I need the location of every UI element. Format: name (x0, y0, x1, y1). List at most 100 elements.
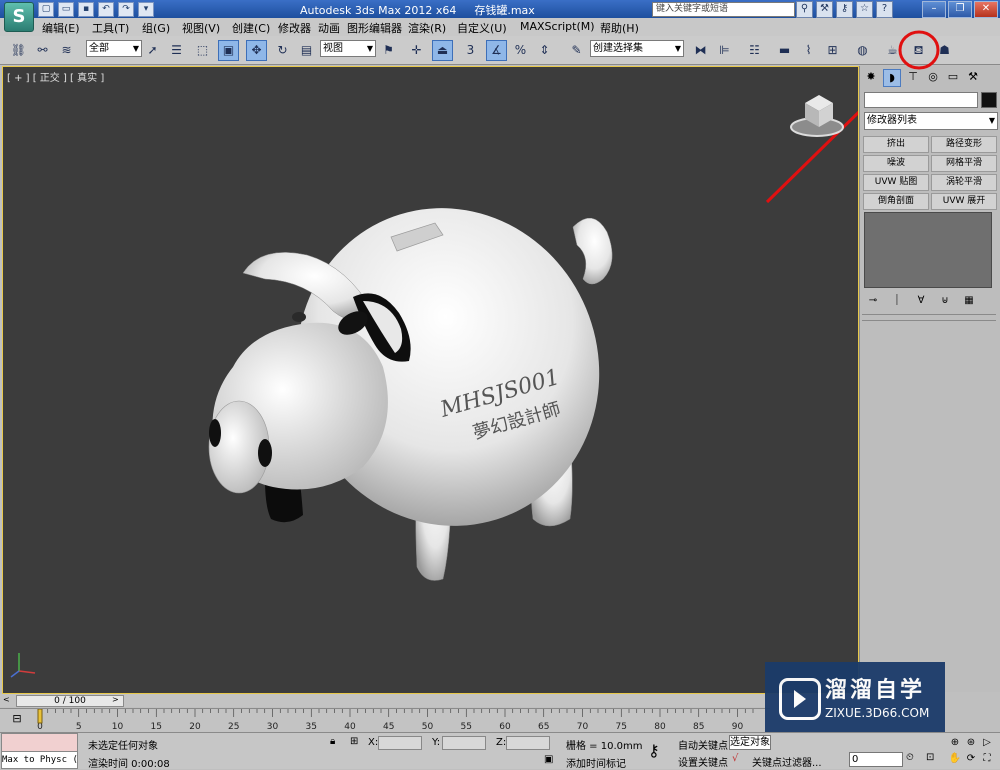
modifier-bevel-profile-button[interactable]: 倒角剖面 (863, 193, 929, 210)
open-icon[interactable]: ▭ (58, 2, 74, 17)
save-icon[interactable]: ▪ (78, 2, 94, 17)
window-crossing-icon[interactable]: ▣ (218, 40, 239, 61)
unlink-icon[interactable]: ⚯ (32, 40, 53, 61)
ribbon-toggle-icon[interactable]: ▬ (774, 40, 795, 61)
new-icon[interactable]: ▢ (38, 2, 54, 17)
y-coordinate-field[interactable] (442, 736, 486, 750)
reference-coordinate-dropdown[interactable]: 视图 (320, 40, 376, 57)
restore-button[interactable]: ❐ (948, 1, 972, 18)
field-of-view-icon[interactable]: ▷ (980, 736, 994, 750)
material-editor-icon[interactable]: ◍ (852, 40, 873, 61)
set-key-mode-icon[interactable]: ⚷ (648, 741, 660, 760)
zoom-icon[interactable]: ⊕ (948, 736, 962, 750)
select-object-icon[interactable]: ➚ (142, 40, 163, 61)
named-selection-dropdown[interactable]: 创建选择集 (590, 40, 684, 57)
track-bar[interactable]: ⊟ 0 5 10 15 20 25 30 35 40 45 50 55 60 65 70 75 80 85 90 (0, 708, 770, 733)
key-curve-icon[interactable]: √ (732, 753, 738, 764)
configure-sets-icon[interactable]: ▦ (962, 294, 976, 308)
object-color-swatch[interactable] (981, 92, 997, 108)
maxscript-mini-listener[interactable]: Max to Physc ( (1, 751, 78, 769)
search-input[interactable]: 键入关键字或短语 (652, 2, 795, 17)
bind-space-warp-icon[interactable]: ≋ (56, 40, 77, 61)
menu-edit[interactable]: 编辑(E) (42, 20, 80, 36)
schematic-view-icon[interactable]: ⊞ (822, 40, 843, 61)
menu-views[interactable]: 视图(V) (182, 20, 220, 36)
selection-filter-dropdown[interactable]: 全部 (86, 40, 142, 57)
time-slider[interactable]: < 0 / 100 > (0, 694, 770, 707)
select-and-rotate-icon[interactable]: ↻ (272, 40, 293, 61)
modifier-path-deform-button[interactable]: 路径变形 (931, 136, 997, 153)
angle-snap-icon[interactable]: ∡ (486, 40, 507, 61)
keyboard-shortcut-override-icon[interactable]: ⏏ (432, 40, 453, 61)
remove-modifier-icon[interactable]: ⊎ (938, 294, 952, 308)
auto-key-button[interactable]: 自动关键点 (678, 737, 728, 752)
key-icon[interactable]: ⚷ (836, 1, 853, 18)
prev-frame-icon[interactable]: < (3, 695, 13, 705)
undo-icon[interactable]: ↶ (98, 2, 114, 17)
maximize-viewport-icon[interactable]: ⛶ (980, 752, 994, 766)
time-config-icon[interactable]: ⏲ (906, 752, 914, 763)
menu-group[interactable]: 组(G) (142, 20, 170, 36)
close-button[interactable]: ✕ (974, 1, 998, 18)
layer-manager-icon[interactable]: ☷ (744, 40, 765, 61)
menu-maxscript[interactable]: MAXScript(M) (520, 20, 595, 33)
menu-customize[interactable]: 自定义(U) (457, 20, 507, 36)
orbit-icon[interactable]: ⟳ (964, 752, 978, 766)
make-unique-icon[interactable]: ∀ (914, 294, 928, 308)
set-key-button[interactable]: 设置关键点 (678, 754, 728, 769)
menu-rendering[interactable]: 渲染(R) (408, 20, 446, 36)
pivot-center-icon[interactable]: ⚑ (378, 40, 399, 61)
current-frame-field[interactable]: 0 (849, 752, 903, 767)
utilities-tab-icon[interactable]: ⚒ (965, 69, 981, 85)
curve-editor-icon[interactable]: ⌇ (798, 40, 819, 61)
create-tab-icon[interactable]: ✸ (863, 69, 879, 85)
modifier-meshsmooth-button[interactable]: 网格平滑 (931, 155, 997, 172)
object-name-field[interactable] (864, 92, 978, 108)
modifier-uvw-map-button[interactable]: UVW 贴图 (863, 174, 929, 191)
select-and-move-icon[interactable]: ✥ (246, 40, 267, 61)
absolute-mode-icon[interactable]: ⊞ (350, 736, 358, 747)
display-tab-icon[interactable]: ▭ (945, 69, 961, 85)
key-filters-button[interactable]: 关键点过滤器... (752, 754, 822, 769)
mirror-icon[interactable]: ⧓ (690, 40, 711, 61)
lock-icon[interactable]: 🔒︎ (330, 736, 335, 747)
show-end-result-icon[interactable]: ⏐ (890, 294, 904, 308)
modifier-turbosmooth-button[interactable]: 涡轮平滑 (931, 174, 997, 191)
link-icon[interactable]: ⛓ (8, 40, 29, 61)
rectangular-selection-icon[interactable]: ⬚ (192, 40, 213, 61)
maxscript-listener[interactable] (1, 733, 78, 752)
piggy-bank-model[interactable]: MHSJS001 夢幻設計師 (3, 67, 858, 693)
add-time-tag-icon[interactable]: ▣ (544, 754, 553, 765)
modifier-list-dropdown[interactable]: 修改器列表 (864, 112, 998, 130)
next-frame-icon[interactable]: > (112, 695, 122, 705)
viewcube[interactable] (789, 91, 845, 137)
menu-create[interactable]: 创建(C) (232, 20, 270, 36)
modifier-noise-button[interactable]: 噪波 (863, 155, 929, 172)
binoculars-icon[interactable]: ⚲ (796, 1, 813, 18)
pin-stack-icon[interactable]: ⊸ (866, 294, 880, 308)
modifier-stack[interactable] (864, 212, 992, 288)
key-mode-dropdown[interactable]: 选定对象 (729, 735, 771, 750)
menu-help[interactable]: 帮助(H) (600, 20, 639, 36)
app-logo-button[interactable]: S (4, 2, 34, 32)
z-coordinate-field[interactable] (506, 736, 550, 750)
perspective-viewport[interactable]: [ + ] [ 正交 ] [ 真实 ] MHSJS001 夢幻設計師 (2, 66, 859, 694)
modifier-unwrap-uvw-button[interactable]: UVW 展开 (931, 193, 997, 210)
select-by-name-icon[interactable]: ☰ (166, 40, 187, 61)
menu-modifiers[interactable]: 修改器 (278, 20, 311, 36)
spinner-snap-icon[interactable]: ⇕ (534, 40, 555, 61)
star-icon[interactable]: ☆ (856, 1, 873, 18)
time-slider-thumb[interactable]: 0 / 100 (16, 695, 124, 707)
help-icon[interactable]: ? (876, 1, 893, 18)
pan-icon[interactable]: ✋ (948, 752, 962, 766)
zoom-extents-all-icon[interactable]: ⊡ (926, 752, 934, 763)
minimize-button[interactable]: – (922, 1, 946, 18)
x-coordinate-field[interactable] (378, 736, 422, 750)
dropdown-icon[interactable]: ▾ (138, 2, 154, 17)
menu-animation[interactable]: 动画 (318, 20, 340, 36)
menu-tools[interactable]: 工具(T) (92, 20, 129, 36)
select-and-manipulate-icon[interactable]: ✛ (406, 40, 427, 61)
current-frame-marker[interactable] (37, 709, 43, 724)
percent-snap-icon[interactable]: % (510, 40, 531, 61)
zoom-all-icon[interactable]: ⊛ (964, 736, 978, 750)
